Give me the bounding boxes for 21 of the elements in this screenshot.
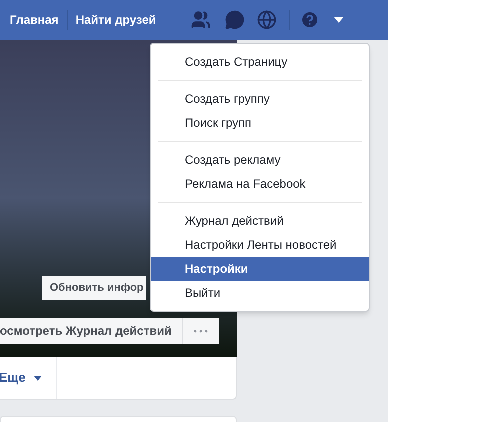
caret-icon <box>34 376 42 380</box>
menu-item[interactable]: Создать рекламу <box>151 148 369 172</box>
nav-link[interactable]: Главная <box>10 11 59 29</box>
caret-icon[interactable] <box>334 17 344 23</box>
nav-link[interactable]: Найти друзей <box>76 11 156 29</box>
menu-item[interactable]: Создать Страницу <box>151 50 369 74</box>
menu-item[interactable]: Выйти <box>151 281 369 305</box>
menu-item[interactable]: Реклама на Facebook <box>151 172 369 196</box>
menu-item[interactable]: Настройки Ленты новостей <box>151 233 369 257</box>
globe-icon[interactable] <box>257 10 278 30</box>
menu-item[interactable]: Поиск групп <box>151 111 369 135</box>
menu-item[interactable]: Настройки <box>151 257 369 281</box>
update-info-button[interactable]: Обновить инфор <box>42 276 146 300</box>
help-icon[interactable] <box>300 10 320 30</box>
menu-item[interactable]: Создать группу <box>151 87 369 111</box>
ellipsis-icon <box>194 330 208 332</box>
menu-item[interactable]: Журнал действий <box>151 209 369 233</box>
more-tab[interactable]: Еще <box>0 357 57 399</box>
messenger-icon[interactable] <box>225 10 246 30</box>
friends-icon[interactable] <box>191 10 212 30</box>
activity-log-button[interactable]: осмотреть Журнал действий <box>0 318 183 344</box>
